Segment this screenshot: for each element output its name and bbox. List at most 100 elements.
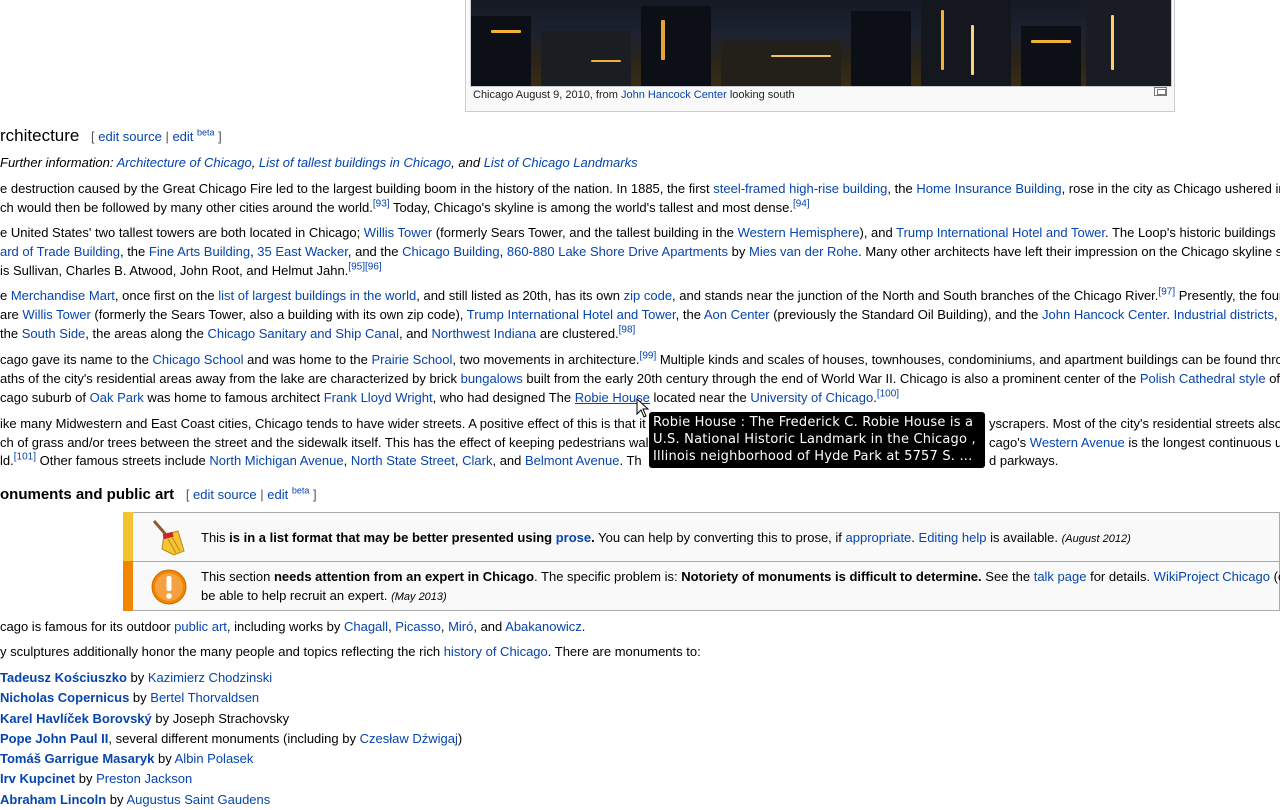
ref-99[interactable]: [99]: [640, 351, 657, 362]
further-link-2[interactable]: List of tallest buildings in Chicago: [259, 155, 451, 170]
link-prose[interactable]: prose: [556, 530, 591, 545]
monument-author[interactable]: Czesław Dźwigaj: [360, 731, 458, 746]
ref-94[interactable]: [94]: [793, 199, 810, 210]
beta-label[interactable]: beta: [197, 128, 215, 138]
link-industrial-districts[interactable]: Industrial districts: [1174, 307, 1274, 322]
monument-name-link[interactable]: Nicholas Copernicus: [0, 690, 129, 705]
magnify-icon[interactable]: [1154, 87, 1167, 98]
ref-100[interactable]: [100]: [877, 389, 899, 400]
link-editing-help[interactable]: Editing help: [919, 530, 987, 545]
monument-list: Tadeusz Kościuszko by Kazimierz Chodzins…: [0, 668, 462, 810]
link-lake-shore-apartments[interactable]: 860-880 Lake Shore Drive Apartments: [507, 244, 728, 259]
link-university-chicago[interactable]: University of Chicago: [750, 390, 873, 405]
monument-author[interactable]: Preston Jackson: [96, 771, 192, 786]
link-western-avenue[interactable]: Western Avenue: [1030, 435, 1125, 450]
link-northwest-indiana[interactable]: Northwest Indiana: [432, 326, 537, 341]
ref-93[interactable]: [93]: [373, 199, 390, 210]
beta-label[interactable]: beta: [292, 486, 310, 496]
link-north-michigan[interactable]: North Michigan Avenue: [209, 453, 343, 468]
further-label: Further information:: [0, 155, 117, 170]
link-appropriate[interactable]: appropriate: [846, 530, 912, 545]
edit-beta-link[interactable]: edit: [267, 487, 288, 502]
link-zip-code[interactable]: zip code: [624, 288, 672, 303]
link-belmont[interactable]: Belmont Avenue: [525, 453, 619, 468]
list-item: Tadeusz Kościuszko by Kazimierz Chodzins…: [0, 668, 462, 688]
ref-101[interactable]: [101]: [14, 452, 36, 463]
monument-name-link[interactable]: Pope John Paul II: [0, 731, 108, 746]
paragraph-line: ike many Midwestern and East Coast citie…: [0, 416, 646, 431]
link-trump-tower[interactable]: Trump International Hotel and Tower: [896, 225, 1105, 240]
ref-97[interactable]: [97]: [1158, 287, 1175, 298]
link-wikiproject-chicago[interactable]: WikiProject Chicago: [1154, 569, 1270, 584]
monument-author: Joseph Strachovsky: [172, 710, 290, 726]
link-trump-tower-2[interactable]: Trump International Hotel and Tower: [467, 307, 676, 322]
link-miro[interactable]: Miró: [448, 619, 473, 634]
monument-author[interactable]: Augustus Saint Gaudens: [126, 792, 270, 807]
link-history-chicago[interactable]: history of Chicago: [444, 644, 548, 659]
link-north-state[interactable]: North State Street: [351, 453, 455, 468]
further-link-1[interactable]: Architecture of Chicago: [117, 155, 252, 170]
chicago-skyline-image[interactable]: [470, 0, 1172, 87]
link-willis-tower-2[interactable]: Willis Tower: [22, 307, 90, 322]
list-item: Nicholas Copernicus by Bertel Thorvaldse…: [0, 688, 462, 708]
link-western-hemisphere[interactable]: Western Hemisphere: [738, 225, 860, 240]
monument-by-text: , several different monuments (including…: [108, 730, 360, 746]
caption-link-hancock[interactable]: John Hancock Center: [621, 89, 727, 101]
link-talk-page[interactable]: talk page: [1034, 569, 1087, 584]
edit-beta-link[interactable]: edit: [172, 129, 193, 144]
edit-source-link[interactable]: edit source: [98, 129, 162, 144]
link-board-of-trade[interactable]: ard of Trade Building: [0, 244, 120, 259]
further-link-3[interactable]: List of Chicago Landmarks: [484, 155, 638, 170]
link-fine-arts[interactable]: Fine Arts Building: [149, 244, 250, 259]
paragraph-line: y sculptures additionally honor the many…: [0, 644, 701, 659]
monument-author[interactable]: Kazimierz Chodzinski: [148, 670, 272, 685]
monument-name-link[interactable]: Abraham Lincoln: [0, 792, 106, 807]
monument-author[interactable]: Albin Polasek: [175, 751, 254, 766]
thumbnail-box: Chicago August 9, 2010, from John Hancoc…: [465, 0, 1175, 112]
link-john-hancock[interactable]: John Hancock Center: [1042, 307, 1166, 322]
link-clark[interactable]: Clark: [462, 453, 492, 468]
link-chagall[interactable]: Chagall: [344, 619, 388, 634]
monument-name-link[interactable]: Irv Kupcinet: [0, 771, 75, 786]
link-willis-tower[interactable]: Willis Tower: [364, 225, 432, 240]
link-south-side[interactable]: South Side: [22, 326, 86, 341]
list-item: Tomáš Garrigue Masaryk by Albin Polasek: [0, 749, 462, 769]
notice-text: be able to help recruit an expert. (May …: [201, 588, 447, 603]
link-largest-buildings[interactable]: list of largest buildings in the world: [218, 288, 416, 303]
edit-source-link[interactable]: edit source: [193, 487, 257, 502]
link-prairie-school[interactable]: Prairie School: [371, 352, 452, 367]
link-steel-framed[interactable]: steel-framed high-rise building: [713, 181, 887, 196]
link-chicago-school[interactable]: Chicago School: [152, 352, 243, 367]
link-aon-center[interactable]: Aon Center: [704, 307, 770, 322]
link-home-insurance[interactable]: Home Insurance Building: [916, 181, 1061, 196]
link-35-east-wacker[interactable]: 35 East Wacker: [257, 244, 348, 259]
architecture-heading: rchitecture [ edit source | edit beta ]: [0, 126, 222, 146]
exclamation-icon: [151, 569, 187, 605]
paragraph-line: the South Side, the areas along the Chic…: [0, 324, 636, 341]
link-merchandise-mart[interactable]: Merchandise Mart: [11, 288, 115, 303]
monument-name-link[interactable]: Karel Havlíček Borovský: [0, 711, 152, 726]
monument-name-link[interactable]: Tadeusz Kościuszko: [0, 670, 127, 685]
ref-95-96[interactable]: [95][96]: [348, 262, 381, 273]
link-bungalows[interactable]: bungalows: [461, 371, 523, 386]
link-chicago-building[interactable]: Chicago Building: [402, 244, 500, 259]
link-sanitary-canal[interactable]: Chicago Sanitary and Ship Canal: [207, 326, 399, 341]
link-abakanowicz[interactable]: Abakanowicz: [505, 619, 582, 634]
paragraph-line-tail: d parkways.: [989, 453, 1059, 468]
link-preview-tooltip: Robie House : The Frederick C. Robie Hou…: [649, 412, 985, 468]
notice-text: This section needs attention from an exp…: [201, 569, 1280, 584]
link-picasso[interactable]: Picasso: [395, 619, 441, 634]
ref-98[interactable]: [98]: [619, 325, 636, 336]
monument-name-link[interactable]: Tomáš Garrigue Masaryk: [0, 751, 154, 766]
notice-stripe: [123, 561, 133, 611]
paragraph-line: is Sullivan, Charles B. Atwood, John Roo…: [0, 261, 382, 278]
monument-by-text: by: [75, 771, 97, 787]
monument-author[interactable]: Bertel Thorvaldsen: [150, 690, 259, 705]
link-frank-lloyd-wright[interactable]: Frank Lloyd Wright: [324, 390, 433, 405]
link-oak-park[interactable]: Oak Park: [90, 390, 144, 405]
link-polish-cathedral[interactable]: Polish Cathedral style: [1140, 371, 1266, 386]
link-public-art[interactable]: public art: [174, 619, 227, 634]
edit-links: [ edit source | edit beta ]: [91, 127, 222, 144]
paragraph-line: ld.[101] Other famous streets include No…: [0, 451, 642, 468]
link-mies[interactable]: Mies van der Rohe: [749, 244, 858, 259]
